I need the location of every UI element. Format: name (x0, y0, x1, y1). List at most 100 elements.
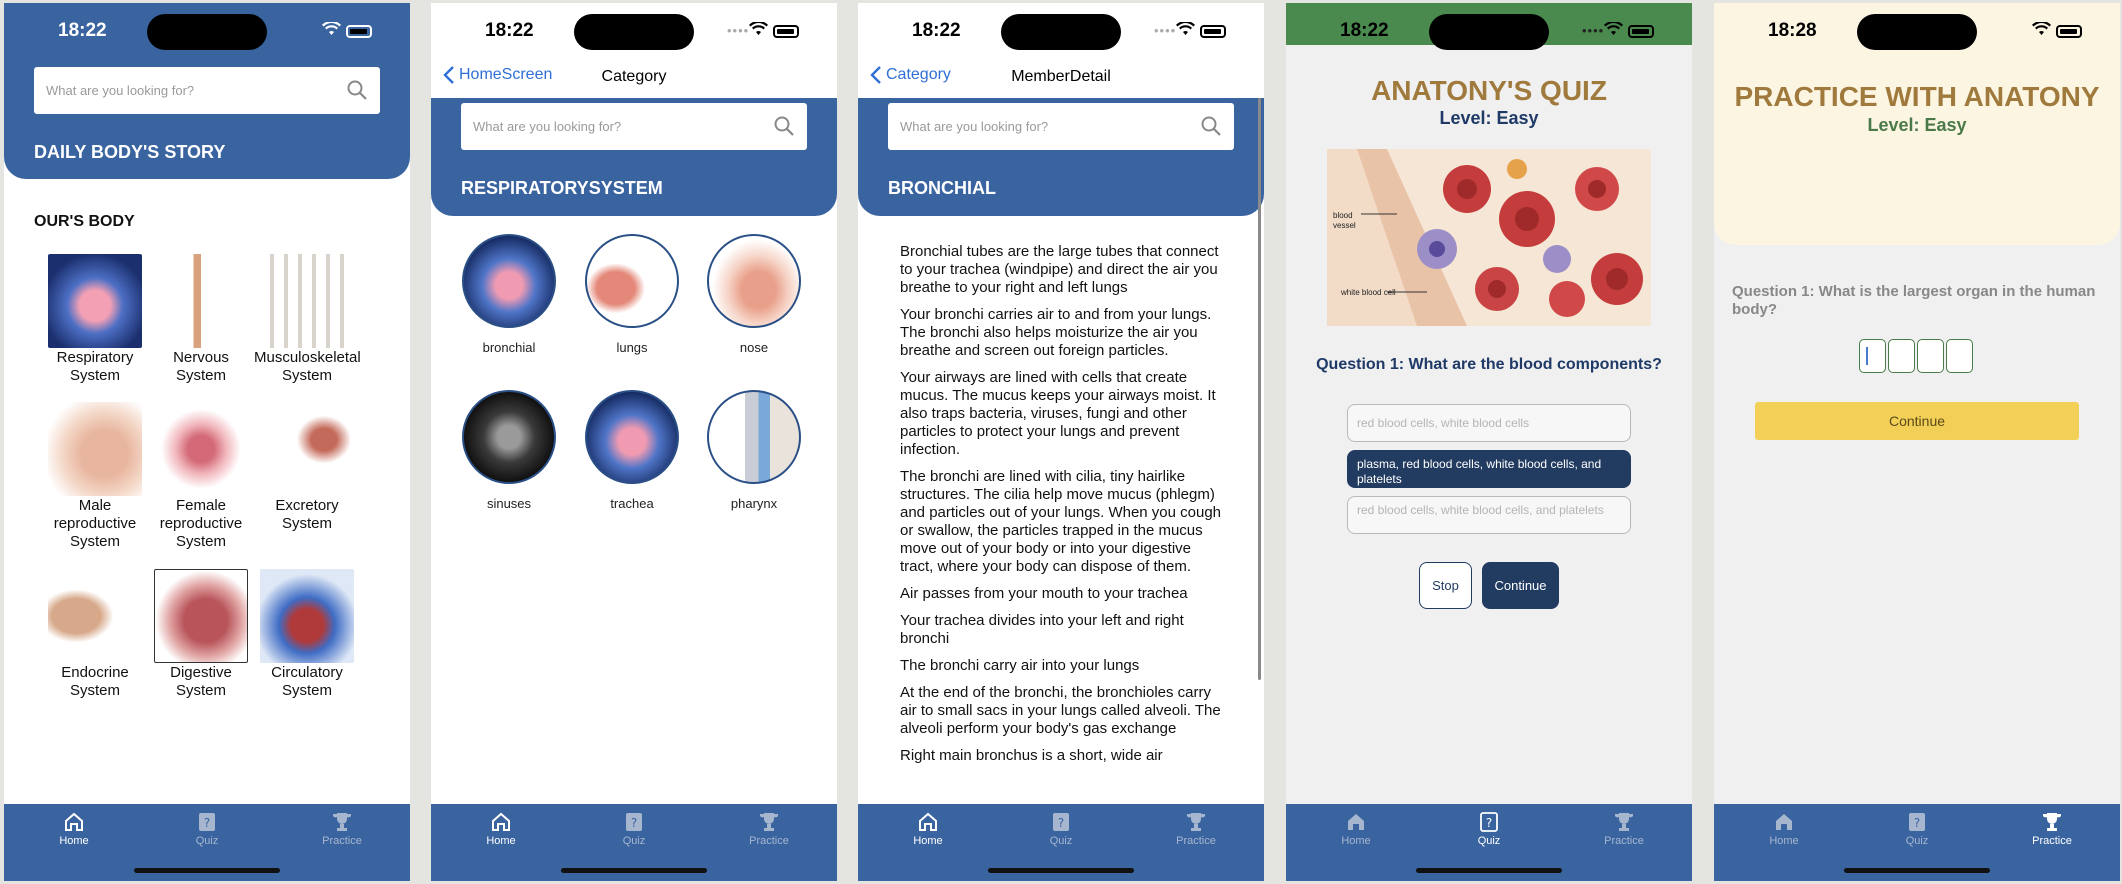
system-tile-endocrine[interactable]: Endocrine System (42, 569, 148, 700)
system-tile-female-reproductive[interactable]: Female reproductive System (148, 402, 254, 551)
answer-option-selected[interactable]: plasma, red blood cells, white blood cel… (1347, 450, 1631, 488)
tab-home[interactable]: Home (1734, 811, 1834, 847)
home-screen: 18:22 What are you looking for? DAILY BO… (4, 3, 410, 881)
battery-icon (2056, 25, 2082, 38)
tab-practice[interactable]: Practice (1146, 811, 1246, 847)
search-placeholder: What are you looking for? (46, 83, 195, 98)
svg-text:?: ? (1486, 816, 1492, 830)
battery-icon (1200, 25, 1226, 38)
member-sinuses[interactable]: sinuses (454, 390, 564, 511)
dynamic-island (1857, 14, 1977, 50)
tab-label: Quiz (195, 835, 219, 847)
answer-letter-box[interactable] (1946, 339, 1973, 373)
answer-option[interactable]: red blood cells, white blood cells (1347, 404, 1631, 442)
member-label: sinuses (486, 496, 532, 511)
battery-icon (773, 25, 799, 38)
svg-text:?: ? (204, 816, 210, 830)
search-input[interactable]: What are you looking for? (888, 103, 1234, 150)
wifi-icon (1176, 22, 1195, 35)
home-indicator (134, 868, 280, 873)
stop-button[interactable]: Stop (1419, 562, 1472, 609)
signal-icon: •••• (1582, 23, 1605, 38)
member-bronchial[interactable]: bronchial (454, 234, 564, 355)
system-tile-nervous[interactable]: Nervous System (148, 254, 254, 385)
system-tile-circulatory[interactable]: Circulatory System (254, 569, 360, 700)
system-tile-digestive[interactable]: Digestive System (148, 569, 254, 700)
system-tile-excretory[interactable]: Excretory System (254, 402, 360, 533)
system-label: Respiratory System (56, 349, 134, 384)
status-bar: 18:28 (1714, 3, 2120, 58)
answer-letter-box[interactable] (1859, 339, 1886, 373)
trophy-icon (2043, 813, 2061, 831)
tab-label: Home (486, 835, 516, 847)
blood-components-image: blood vessel white blood cell (1327, 149, 1651, 326)
signal-icon: •••• (1154, 23, 1177, 38)
tab-quiz[interactable]: ? Quiz (584, 811, 684, 847)
tab-practice[interactable]: Practice (2002, 811, 2102, 847)
search-input[interactable]: What are you looking for? (34, 67, 380, 114)
tab-quiz[interactable]: ? Quiz (1439, 811, 1539, 847)
search-icon[interactable] (773, 115, 795, 137)
practice-screen: 18:28 PRACTICE WITH ANATONY Level: Easy … (1714, 3, 2120, 881)
answer-option[interactable]: red blood cells, white blood cells, and … (1347, 496, 1631, 534)
detail-paragraph: At the end of the bronchi, the bronchiol… (900, 684, 1221, 737)
tab-bar: Home ? Quiz Practice (4, 804, 410, 881)
home-indicator (1416, 868, 1562, 873)
header-title: BRONCHIAL (888, 178, 996, 198)
status-bar: 18:22 (4, 3, 410, 58)
trophy-icon (333, 813, 351, 831)
detail-paragraph: The bronchi carry air into your lungs (900, 657, 1140, 674)
dynamic-island (574, 14, 694, 50)
home-icon (1348, 814, 1364, 830)
answer-letter-box[interactable] (1917, 339, 1944, 373)
practice-question: Question 1: What is the largest organ in… (1732, 283, 2096, 318)
scrollbar[interactable] (1258, 98, 1261, 680)
nav-title: Category (601, 68, 667, 85)
detail-paragraph: The bronchi are lined with cilia, tiny h… (900, 468, 1222, 575)
quiz-icon: ? (1909, 813, 1925, 831)
tab-practice[interactable]: Practice (719, 811, 819, 847)
member-pharynx[interactable]: pharynx (699, 390, 809, 511)
tab-home[interactable]: Home (878, 811, 978, 847)
member-trachea[interactable]: trachea (577, 390, 687, 511)
quiz-icon: ? (199, 813, 215, 831)
tab-label: Quiz (1049, 835, 1073, 847)
trophy-icon (1615, 813, 1633, 831)
answer-letter-box[interactable] (1888, 339, 1915, 373)
home-icon (919, 812, 937, 831)
signal-icon: •••• (727, 23, 750, 38)
system-label: Nervous System (173, 349, 229, 384)
tab-practice[interactable]: Practice (1574, 811, 1674, 847)
tab-practice[interactable]: Practice (292, 811, 392, 847)
tab-home[interactable]: Home (1306, 811, 1406, 847)
lungs-image (585, 234, 679, 328)
tab-home[interactable]: Home (24, 811, 124, 847)
tab-quiz[interactable]: ? Quiz (1011, 811, 1111, 847)
system-label: Circulatory System (271, 664, 343, 699)
dynamic-island (1429, 14, 1549, 50)
tab-label: Home (913, 835, 943, 847)
tab-label: Quiz (1905, 835, 1929, 847)
member-nose[interactable]: nose (699, 234, 809, 355)
search-input[interactable]: What are you looking for? (461, 103, 807, 150)
status-time: 18:22 (58, 20, 107, 41)
tab-quiz[interactable]: ? Quiz (157, 811, 257, 847)
continue-button[interactable]: Continue (1755, 402, 2079, 440)
home-icon (1776, 814, 1792, 830)
tab-label: Quiz (622, 835, 646, 847)
member-label: lungs (616, 340, 648, 355)
system-tile-male-reproductive[interactable]: Male reproductive System (42, 402, 148, 551)
search-icon[interactable] (1200, 115, 1222, 137)
tab-bar: Home ? Quiz Practice (1714, 804, 2120, 881)
tab-label: Practice (1604, 835, 1644, 847)
continue-button[interactable]: Continue (1482, 562, 1559, 609)
system-tile-respiratory[interactable]: Respiratory System (42, 254, 148, 385)
tab-home[interactable]: Home (451, 811, 551, 847)
tab-quiz[interactable]: ? Quiz (1867, 811, 1967, 847)
wifi-icon (322, 22, 341, 35)
white-blood-cell-label: white blood cell (1341, 288, 1396, 297)
search-icon[interactable] (346, 79, 368, 101)
member-lungs[interactable]: lungs (577, 234, 687, 355)
system-tile-musculoskeletal[interactable]: Musculoskeletal System (254, 254, 361, 385)
wifi-icon (749, 22, 768, 35)
